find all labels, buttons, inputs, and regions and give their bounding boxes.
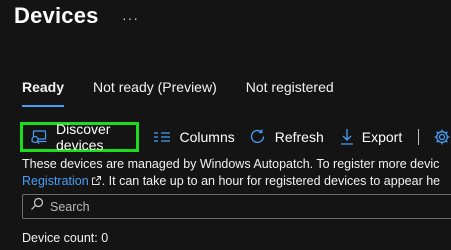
info-text: These devices are managed by Windows Aut… xyxy=(22,156,440,190)
device-count: Device count: 0 xyxy=(22,231,109,245)
toolbar-divider xyxy=(418,129,419,145)
page-title: Devices xyxy=(14,3,99,28)
search-box xyxy=(22,194,451,219)
search-input[interactable] xyxy=(48,198,432,215)
columns-label: Columns xyxy=(179,129,235,145)
tab-not-registered[interactable]: Not registered xyxy=(246,79,334,107)
discover-devices-button[interactable]: Discover devices xyxy=(20,121,140,153)
tab-bar: Ready Not ready (Preview) Not registered xyxy=(22,79,363,107)
info-line-1: These devices are managed by Windows Aut… xyxy=(22,157,440,171)
discover-devices-icon xyxy=(30,129,48,145)
export-label: Export xyxy=(361,129,403,145)
tab-not-ready[interactable]: Not ready (Preview) xyxy=(93,79,217,107)
settings-button[interactable] xyxy=(433,122,451,152)
download-icon xyxy=(340,128,354,146)
columns-button[interactable]: Columns xyxy=(153,122,235,152)
refresh-button[interactable]: Refresh xyxy=(249,122,324,152)
columns-icon xyxy=(153,130,171,144)
discover-devices-label: Discover devices xyxy=(56,121,111,153)
export-button[interactable]: Export xyxy=(340,122,402,152)
search-icon xyxy=(30,197,44,216)
refresh-label: Refresh xyxy=(274,129,324,145)
title-row: Devices xyxy=(14,3,99,29)
info-line-2: Registration . It can take up to an hour … xyxy=(22,173,440,190)
external-link-icon xyxy=(89,174,102,188)
tab-ready[interactable]: Ready xyxy=(22,79,65,107)
gear-icon xyxy=(433,128,451,146)
more-options-button[interactable]: ··· xyxy=(122,10,139,26)
toolbar: Discover devices Columns Refresh Export xyxy=(20,121,451,153)
info-line-2-text: . It can take up to an hour for register… xyxy=(101,174,441,188)
registration-link[interactable]: Registration xyxy=(22,174,89,188)
refresh-icon xyxy=(249,128,267,146)
